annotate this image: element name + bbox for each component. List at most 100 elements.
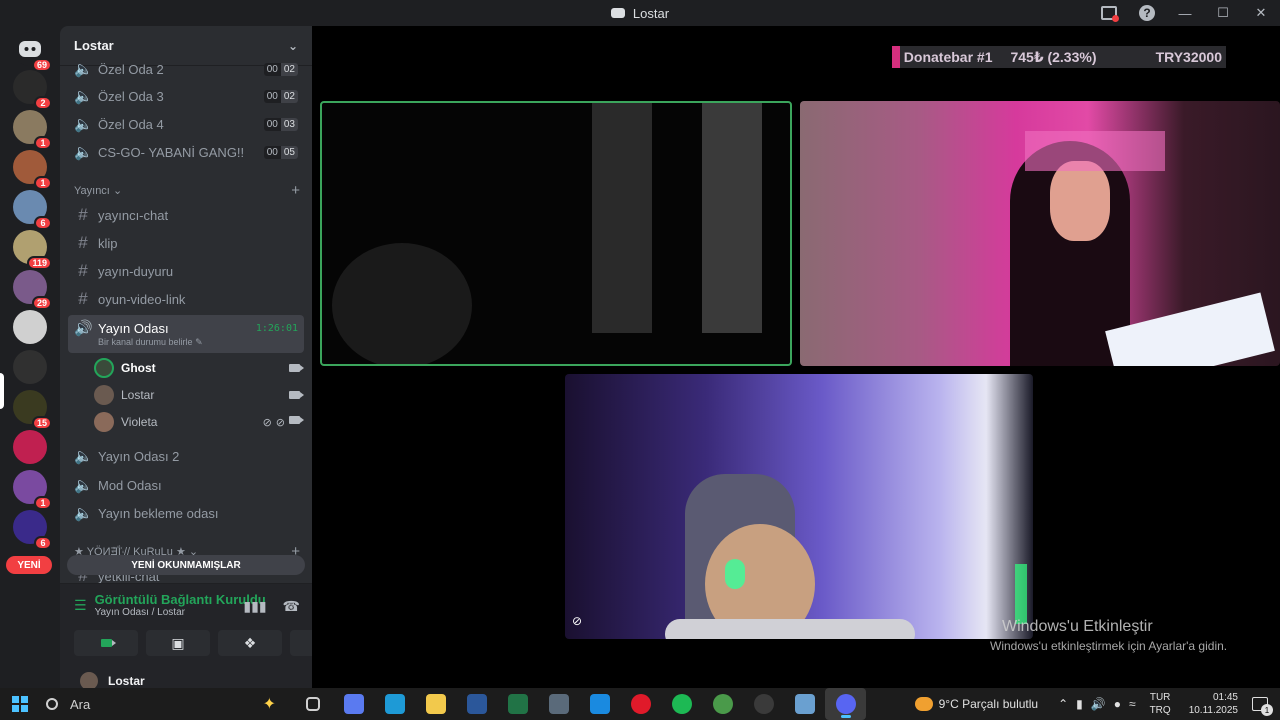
opera-taskbar-button[interactable] [620, 688, 661, 720]
server-icon[interactable]: 1 [13, 110, 52, 150]
close-button[interactable]: ✕ [1242, 0, 1280, 26]
voice-user[interactable]: Ghost [94, 357, 304, 379]
channel-name: Yayın bekleme odası [98, 505, 219, 521]
discord-taskbar-button[interactable] [825, 688, 866, 720]
avatar [94, 358, 114, 378]
soundboard-button[interactable]: ♬ [290, 630, 312, 656]
voice-user[interactable]: Lostar [94, 384, 304, 406]
screen-share-button[interactable]: ▣ [146, 630, 210, 656]
voice-channel[interactable]: 🔈 CS-GO- YABANİ GANG!! 00 05 [68, 139, 304, 165]
volume-icon[interactable]: 🔊 [1091, 697, 1106, 711]
server-icon[interactable]: 119 [13, 230, 52, 270]
help-button[interactable]: ? [1128, 0, 1166, 26]
voice-channel[interactable]: 🔈 Yayın Odası 2 [68, 443, 304, 469]
server-icon[interactable] [13, 430, 47, 464]
battery-icon[interactable]: ▮ [1076, 697, 1083, 711]
server-badge: 1 [34, 136, 52, 150]
voice-user[interactable]: Violeta ⊘ ⊘ [94, 411, 304, 433]
text-channel[interactable]: # klip [68, 230, 304, 256]
new-unreads-bar[interactable]: YENİ OKUNMAMIŞLAR [67, 555, 305, 575]
voice-channel[interactable]: 🔈 Özel Oda 2 00 02 [68, 56, 304, 82]
server-icon[interactable]: 29 [13, 270, 52, 310]
spotify-taskbar-button[interactable] [661, 688, 702, 720]
edge-taskbar-button[interactable] [374, 688, 415, 720]
server-icon[interactable]: 2 [13, 70, 52, 110]
voice-user-name: Violeta [121, 415, 158, 429]
connection-status[interactable]: ☰ Görüntülü Bağlantı Kuruldu Yayın Odası… [74, 592, 266, 618]
excel-taskbar-button[interactable] [497, 688, 538, 720]
channel-name: Yayın Odası 2 [98, 448, 180, 464]
task-view-taskbar-button[interactable] [292, 688, 333, 720]
taskbar-search[interactable]: Ara ✦ [46, 692, 276, 716]
hash-icon: # [78, 261, 88, 280]
selected-server-pill [0, 373, 4, 409]
system-tray: 9°C Parçalı bulutlu ⌃ ▮ 🔊 ● ≈ TUR TRQ 01… [914, 688, 1280, 720]
video-frame-posters [1025, 131, 1165, 171]
file-explorer-taskbar-button[interactable] [415, 688, 456, 720]
sparkle-icon: ✦ [262, 696, 276, 713]
video-tile[interactable] [800, 101, 1280, 366]
discord-window: Lostar ? — ☐ ✕ 69 2 1 1 6 119 29 15 1 6 YENİ Los… [0, 0, 1280, 688]
camera-toggle-button[interactable] [74, 630, 138, 656]
server-badge: 29 [31, 296, 52, 310]
store-taskbar-button[interactable] [579, 688, 620, 720]
mic-muted-icon: ⊘ [262, 416, 272, 429]
chrome-taskbar-button[interactable] [702, 688, 743, 720]
server-icon[interactable]: 6 [13, 190, 52, 230]
copilot-icon [343, 694, 364, 714]
wifi-icon[interactable]: ≈ [1129, 697, 1136, 711]
signal-icon: ☰ [74, 596, 87, 613]
calculator-taskbar-button[interactable] [538, 688, 579, 720]
server-icon[interactable]: 1 [13, 150, 52, 190]
home-button[interactable]: 69 [13, 32, 52, 72]
server-icon[interactable]: 1 [13, 470, 52, 510]
text-channel[interactable]: # yayıncı-chat [68, 202, 304, 228]
clock[interactable]: 01:45 10.11.2025 [1189, 691, 1238, 717]
category-yayinci[interactable]: Yayıncı ⌄ + [74, 182, 300, 199]
start-button[interactable] [12, 696, 28, 712]
video-tile-speaking[interactable] [320, 101, 792, 366]
minimize-button[interactable]: — [1166, 0, 1204, 26]
maximize-button[interactable]: ☐ [1204, 0, 1242, 26]
voice-channel[interactable]: 🔈 Mod Odası [68, 472, 304, 498]
mic-icon[interactable]: ● [1114, 697, 1121, 711]
noise-suppression-icon[interactable]: ▮▮▮ [243, 598, 266, 615]
server-badge: 15 [31, 416, 52, 430]
channel-status[interactable]: Bir kanal durumu belirle [98, 337, 193, 347]
text-channel[interactable]: # oyun-video-link [68, 286, 304, 312]
app-diamond-taskbar-button[interactable] [784, 688, 825, 720]
text-channel[interactable]: # yayın-duyuru [68, 258, 304, 284]
server-icon[interactable] [13, 310, 47, 344]
inbox-button[interactable] [1090, 0, 1128, 26]
input-language[interactable]: TUR TRQ [1150, 691, 1171, 717]
search-icon [46, 698, 58, 710]
channel-sidebar: Lostar ⌄ 🔈 Özel Oda 2 00 02 🔈 Özel Oda 3 … [60, 26, 312, 688]
activities-button[interactable]: ❖ [218, 630, 282, 656]
activation-watermark-title: Windows'u Etkinleştir [1002, 618, 1153, 635]
voice-channel[interactable]: 🔈 Özel Oda 3 00 02 [68, 83, 304, 109]
notifications-button[interactable]: 1 [1252, 697, 1273, 716]
chevron-up-icon[interactable]: ⌃ [1058, 697, 1068, 711]
server-rail: 69 2 1 1 6 119 29 15 1 6 YENİ [0, 26, 60, 688]
video-tile[interactable] [565, 374, 1033, 639]
server-icon[interactable]: 6 [13, 510, 52, 550]
word-taskbar-button[interactable] [456, 688, 497, 720]
connection-location[interactable]: Yayın Odası / Lostar [95, 607, 266, 618]
voice-channel[interactable]: 🔈 Özel Oda 4 00 03 [68, 111, 304, 137]
app-clock-taskbar-button[interactable] [743, 688, 784, 720]
weather-widget[interactable]: 9°C Parçalı bulutlu [914, 697, 1038, 711]
disconnect-icon[interactable]: ☎ [283, 598, 300, 615]
user-panel[interactable]: Lostar [60, 672, 312, 688]
donate-label: Donatebar #1 [903, 49, 993, 65]
server-icon[interactable]: 15 [13, 390, 52, 430]
voice-connection-panel: ☰ Görüntülü Bağlantı Kuruldu Yayın Odası… [60, 583, 312, 688]
server-icon[interactable] [13, 350, 47, 384]
channel-name: oyun-video-link [98, 291, 186, 307]
create-channel-icon[interactable]: + [291, 182, 300, 199]
active-voice-channel[interactable]: 🔊 Yayın Odası 1:26:01 Bir kanal durumu b… [68, 315, 304, 353]
lang-code: TUR [1149, 692, 1171, 703]
speaker-icon: 🔈 [74, 477, 93, 494]
voice-channel[interactable]: 🔈 Yayın bekleme odası [68, 500, 304, 526]
copilot-taskbar-button[interactable] [333, 688, 374, 720]
new-unreads-pill[interactable]: YENİ [6, 556, 52, 574]
